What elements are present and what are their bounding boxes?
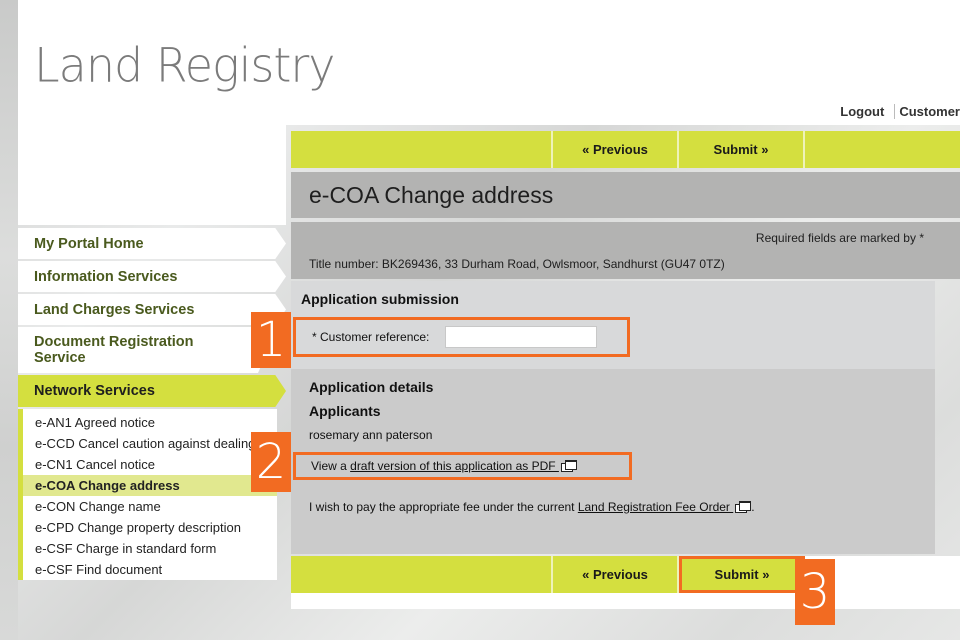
customer-reference-input[interactable] bbox=[445, 326, 598, 348]
subnav-item-e-cn1[interactable]: e-CN1 Cancel notice bbox=[23, 454, 277, 475]
top-links: Logout Customer bbox=[840, 104, 960, 119]
application-details-section: Application details Applicants rosemary … bbox=[291, 369, 935, 554]
applicants-heading: Applicants bbox=[309, 403, 381, 419]
draft-pdf-link-text[interactable]: draft version of this application as PDF bbox=[350, 459, 559, 473]
sidebar-item-my-portal-home[interactable]: My Portal Home bbox=[18, 228, 286, 259]
customer-reference-row: * Customer reference: bbox=[293, 317, 630, 357]
draft-pdf-link[interactable]: draft version of this application as PDF bbox=[350, 459, 559, 473]
subnav-item-e-cpd[interactable]: e-CPD Change property description bbox=[23, 517, 277, 538]
draft-pdf-row: View a draft version of this application… bbox=[293, 452, 632, 480]
customer-reference-label: * Customer reference: bbox=[312, 330, 430, 344]
header: Land Registry Logout Customer bbox=[18, 0, 960, 125]
logout-link[interactable]: Logout bbox=[840, 104, 884, 119]
bottom-button-bar: « Previous Submit » bbox=[291, 556, 960, 593]
top-button-bar: « Previous Submit » bbox=[291, 131, 960, 168]
required-fields-note: Required fields are marked by * bbox=[755, 231, 924, 245]
fee-prefix: I wish to pay the appropriate fee under … bbox=[309, 500, 578, 514]
subnav-item-e-csf-find[interactable]: e-CSF Find document bbox=[23, 559, 277, 580]
subnav-item-e-con[interactable]: e-CON Change name bbox=[23, 496, 277, 517]
network-services-subnav: e-AN1 Agreed notice e-CCD Cancel caution… bbox=[18, 409, 277, 580]
subnav-item-e-ccd[interactable]: e-CCD Cancel caution against dealings bbox=[23, 433, 277, 454]
form-content: Application submission * Customer refere… bbox=[291, 281, 935, 554]
annotation-badge-2: 2 bbox=[251, 432, 291, 492]
submission-heading: Application submission bbox=[301, 291, 459, 307]
applicant-name: rosemary ann paterson bbox=[309, 428, 433, 442]
main-content: « Previous Submit » e-COA Change address… bbox=[291, 131, 960, 609]
sidebar-item-information-services[interactable]: Information Services bbox=[18, 261, 286, 292]
fee-order-link-text[interactable]: Land Registration Fee Order bbox=[578, 500, 733, 514]
previous-button-top[interactable]: « Previous bbox=[553, 131, 679, 168]
bottom-white-strip bbox=[291, 593, 960, 609]
new-window-icon[interactable] bbox=[560, 460, 577, 472]
previous-button-bottom[interactable]: « Previous bbox=[553, 556, 679, 593]
annotation-badge-3: 3 bbox=[795, 559, 835, 625]
pdf-prefix: View a bbox=[311, 459, 351, 473]
subnav-item-e-an1[interactable]: e-AN1 Agreed notice bbox=[23, 412, 277, 433]
sidebar: My Portal Home Information Services Land… bbox=[18, 228, 286, 580]
link-divider bbox=[894, 104, 896, 119]
fee-order-link[interactable]: Land Registration Fee Order bbox=[578, 500, 733, 514]
subnav-item-e-csf-charge[interactable]: e-CSF Charge in standard form bbox=[23, 538, 277, 559]
title-number: Title number: BK269436, 33 Durham Road, … bbox=[309, 257, 725, 271]
submit-button-top[interactable]: Submit » bbox=[679, 131, 805, 168]
sidebar-item-land-charges-services[interactable]: Land Charges Services bbox=[18, 294, 286, 325]
button-bar-spacer bbox=[291, 131, 553, 168]
sidebar-item-document-registration-service[interactable]: Document Registration Service bbox=[18, 327, 268, 373]
submit-button-bottom[interactable]: Submit » bbox=[679, 556, 805, 593]
customer-link[interactable]: Customer bbox=[899, 104, 960, 119]
button-bar-spacer bbox=[291, 556, 553, 593]
page-title: e-COA Change address bbox=[291, 172, 960, 218]
button-bar-fill bbox=[805, 131, 960, 168]
title-info-box: Required fields are marked by * Title nu… bbox=[291, 222, 960, 279]
fee-suffix: . bbox=[751, 500, 755, 514]
background-strip bbox=[0, 0, 18, 640]
sidebar-blank-panel bbox=[18, 125, 286, 225]
details-heading: Application details bbox=[309, 379, 434, 395]
application-submission-section: Application submission * Customer refere… bbox=[291, 281, 935, 369]
new-window-icon[interactable] bbox=[735, 501, 752, 513]
fee-statement: I wish to pay the appropriate fee under … bbox=[309, 500, 917, 514]
land-registry-logo[interactable]: Land Registry bbox=[34, 37, 336, 92]
subnav-item-e-coa[interactable]: e-COA Change address bbox=[23, 475, 277, 496]
annotation-badge-1: 1 bbox=[251, 312, 291, 368]
sidebar-item-network-services[interactable]: Network Services bbox=[18, 375, 286, 407]
